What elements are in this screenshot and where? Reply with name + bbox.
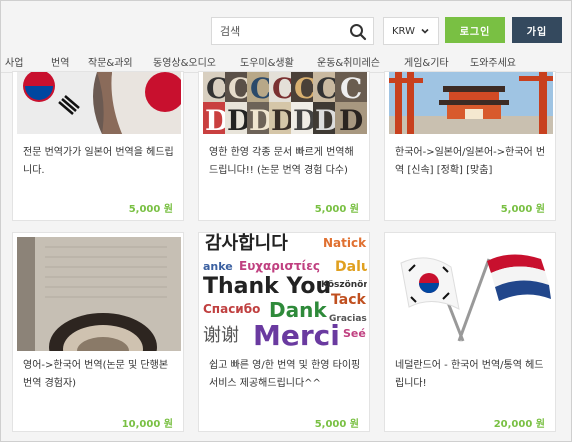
svg-text:Thank You: Thank You (203, 274, 331, 299)
listing-card[interactable]: C C C C C C C D D D D D D D 영한 한영 각종 문서 … (198, 71, 370, 221)
currency-select[interactable]: KRW (383, 17, 439, 45)
category-nav: 사업 번역 작문&과외 동영상&오디오 도우미&생활 운동&취미레슨 게임&기타… (1, 50, 571, 73)
listing-card[interactable]: 영어->한국어 번역(논문 및 단행본 번역 경험자) 10,000 원 (12, 232, 184, 432)
svg-text:감사합니다: 감사합니다 (205, 233, 288, 254)
join-button[interactable]: 가입 (512, 17, 562, 43)
svg-text:Merci: Merci (253, 319, 340, 351)
nav-item-sports[interactable]: 운동&취미레슨 (317, 54, 380, 69)
thank-you-words-image: 감사합니다 Natick anke Ευχαριστίες Dalu Thank… (203, 233, 367, 351)
listing-card[interactable]: 감사합니다 Natick anke Ευχαριστίες Dalu Thank… (198, 232, 370, 432)
nav-item-business[interactable]: 사업 (5, 54, 23, 69)
svg-text:C: C (316, 72, 338, 105)
card-price: 5,000 원 (500, 204, 545, 215)
nav-item-writing[interactable]: 작문&과외 (88, 54, 133, 69)
card-thumbnail: 감사합니다 Natick anke Ευχαριστίες Dalu Thank… (203, 233, 367, 351)
card-price: 5,000 원 (128, 204, 173, 215)
card-price: 10,000 원 (121, 419, 173, 430)
svg-text:C: C (228, 72, 250, 105)
svg-text:Ευχαριστίες: Ευχαριστίες (239, 259, 320, 273)
korea-japan-flags-image (17, 72, 181, 134)
svg-text:Köszönöm: Köszönöm (321, 280, 367, 290)
svg-text:C: C (294, 72, 316, 105)
card-title[interactable]: 한국어->일본어/일본어->한국어 번역 [신속] [정확] [맞춤] (395, 144, 547, 180)
svg-text:Dalu: Dalu (335, 259, 367, 275)
search-box[interactable] (211, 17, 374, 45)
card-price: 5,000 원 (314, 204, 359, 215)
svg-text:D: D (339, 104, 363, 134)
currency-value: KRW (392, 25, 415, 37)
card-title[interactable]: 네덜란드어 - 한국어 번역/통역 헤드립니다! (395, 357, 547, 393)
svg-text:Seé: Seé (343, 327, 366, 340)
korea-netherlands-flags-image (389, 237, 553, 351)
card-price: 20,000 원 (493, 419, 545, 430)
search-input[interactable] (220, 22, 338, 40)
svg-text:Tack: Tack (331, 292, 366, 308)
card-title[interactable]: 쉽고 빠른 영/한 번역 및 한영 타이핑 서비스 제공해드립니다^^ (209, 357, 361, 393)
svg-text:C: C (272, 72, 294, 105)
svg-text:Спасибо: Спасибо (203, 302, 260, 316)
svg-text:Natick: Natick (323, 236, 367, 250)
card-price: 5,000 원 (314, 419, 359, 430)
nav-item-video-audio[interactable]: 동영상&오디오 (153, 54, 216, 69)
nav-item-help[interactable]: 도와주세요 (470, 54, 516, 69)
search-icon[interactable] (348, 22, 368, 42)
card-title[interactable]: 영어->한국어 번역(논문 및 단행본 번역 경험자) (23, 357, 175, 393)
chevron-down-icon (421, 28, 429, 34)
nav-item-translation[interactable]: 번역 (51, 54, 69, 69)
card-thumbnail (389, 237, 553, 351)
card-title[interactable]: 전문 번역가가 일본어 번역을 헤드립니다. (23, 144, 175, 180)
book-page-image (17, 237, 181, 351)
card-thumbnail (17, 237, 181, 351)
card-thumbnail: C C C C C C C D D D D D D D (203, 72, 367, 134)
svg-text:C: C (340, 72, 362, 105)
listing-card[interactable]: 한국어->일본어/일본어->한국어 번역 [신속] [정확] [맞춤] 5,00… (384, 71, 556, 221)
card-thumbnail (17, 72, 181, 134)
nav-item-games[interactable]: 게임&기타 (404, 54, 449, 69)
card-thumbnail (389, 72, 553, 134)
listing-card[interactable]: 전문 번역가가 일본어 번역을 헤드립니다. 5,000 원 (12, 71, 184, 221)
svg-text:谢谢: 谢谢 (203, 325, 239, 346)
svg-text:C: C (250, 72, 272, 105)
svg-text:anke: anke (203, 260, 233, 273)
svg-text:C: C (206, 72, 228, 105)
nav-item-helper[interactable]: 도우미&생활 (240, 54, 294, 69)
listing-card[interactable]: 네덜란드어 - 한국어 번역/통역 헤드립니다! 20,000 원 (384, 232, 556, 432)
card-title[interactable]: 영한 한영 각종 문서 빠르게 번역해드립니다!! (논문 번역 경험 다수) (209, 144, 361, 180)
page-frame: KRW 로그인 가입 사업 번역 작문&과외 동영상&오디오 도우미&생활 운동… (0, 0, 572, 442)
japanese-shrine-image (389, 72, 553, 134)
login-button[interactable]: 로그인 (445, 17, 505, 43)
letters-collage-image: C C C C C C C D D D D D D D (203, 72, 367, 134)
